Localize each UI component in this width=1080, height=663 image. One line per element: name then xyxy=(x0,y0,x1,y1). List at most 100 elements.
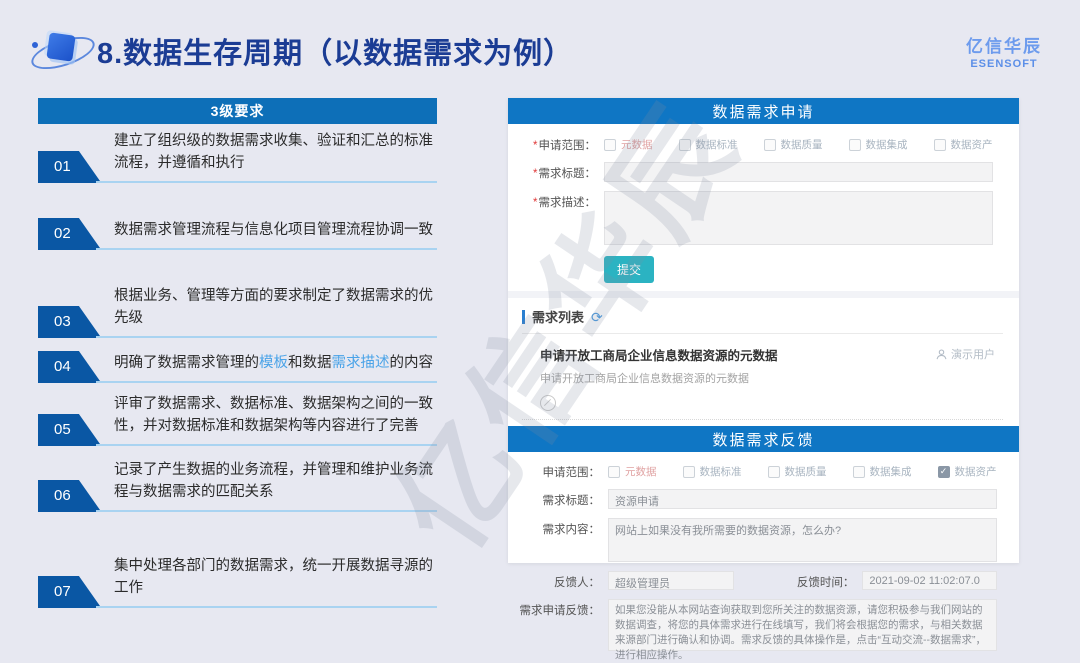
item-text-part: 明确了数据需求管理的 xyxy=(114,355,259,371)
scope-label: *申请范围： xyxy=(526,134,596,153)
checkbox-icon[interactable] xyxy=(608,466,620,478)
refresh-icon[interactable]: ⟳ xyxy=(591,310,603,324)
fb-content-textarea[interactable]: 网站上如果没有我所需要的数据资源，怎么办? xyxy=(608,518,997,562)
checkbox-icon[interactable] xyxy=(683,466,695,478)
requirement-item-01: 01 建立了组织级的数据需求收集、验证和汇总的标准流程，并遵循和执行 xyxy=(38,130,437,183)
orbit-dot-icon xyxy=(32,42,38,48)
brand-logo: 亿信华辰 ESENSOFT xyxy=(966,32,1042,70)
feedback-form-header: 数据需求反馈 xyxy=(508,426,1019,452)
item-underline xyxy=(38,444,437,446)
requirement-item-03: 03 根据业务、管理等方面的要求制定了数据需求的优先级 xyxy=(38,285,437,338)
request-list-section: 需求列表 ⟳ 申请开放工商局企业信息数据资源的元数据 演示用户 申请开放工商局企… xyxy=(508,298,1019,420)
item-number-badge: 03 xyxy=(38,306,100,336)
desc-label: *需求描述： xyxy=(526,191,596,210)
checkbox-icon[interactable] xyxy=(768,466,780,478)
page-title: 8.数据生存周期（以数据需求为例） xyxy=(97,30,573,72)
section-divider xyxy=(508,291,1019,298)
checkbox-icon[interactable] xyxy=(853,466,865,478)
user-icon xyxy=(936,349,947,360)
fb-scope-label: 申请范围： xyxy=(518,461,600,480)
checkbox-icon[interactable] xyxy=(849,139,861,151)
item-number-badge: 02 xyxy=(38,218,100,248)
request-list-item[interactable]: 申请开放工商局企业信息数据资源的元数据 演示用户 申请开放工商局企业信息数据资源… xyxy=(522,334,1003,420)
attachment-icon[interactable] xyxy=(540,395,556,411)
item-number-badge: 07 xyxy=(38,576,100,606)
item-underline xyxy=(38,248,437,250)
item-underline xyxy=(38,606,437,608)
checkbox-icon[interactable] xyxy=(679,139,691,151)
requirements-panel: 3级要求 01 建立了组织级的数据需求收集、验证和汇总的标准流程，并遵循和执行 … xyxy=(38,98,437,608)
request-item-subtitle: 申请开放工商局企业信息数据资源的元数据 xyxy=(540,370,997,386)
checkbox-metadata[interactable]: 元数据 xyxy=(604,137,653,152)
requirements-header: 3级要求 xyxy=(38,98,437,124)
item-text: 建立了组织级的数据需求收集、验证和汇总的标准流程，并遵循和执行 xyxy=(100,130,437,181)
item-text-part: 的内容 xyxy=(390,355,434,371)
checkbox-data-standard[interactable]: 数据标准 xyxy=(683,464,742,479)
requirement-item-05: 05 评审了数据需求、数据标准、数据架构之间的一致性，并对数据标准和数据架构等内… xyxy=(38,393,437,446)
apply-scope-checkbox-group: 元数据 数据标准 数据质量 数据集成 数据资产 xyxy=(596,134,993,152)
user-name: 演示用户 xyxy=(951,346,995,362)
required-asterisk: * xyxy=(533,197,537,209)
item-number-badge: 06 xyxy=(38,480,100,510)
slide-header: 8.数据生存周期（以数据需求为例） 亿信华辰 ESENSOFT xyxy=(0,0,1080,90)
item-text: 数据需求管理流程与信息化项目管理流程协调一致 xyxy=(100,219,437,248)
checkbox-data-integration[interactable]: 数据集成 xyxy=(849,137,908,152)
required-asterisk: * xyxy=(533,140,537,152)
checkbox-icon[interactable] xyxy=(764,139,776,151)
required-asterisk: * xyxy=(533,168,537,180)
item-number-badge: 04 xyxy=(38,351,100,381)
fb-time-input[interactable]: 2021-09-02 11:02:07.0 xyxy=(862,571,997,590)
item-text: 记录了产生数据的业务流程，并管理和维护业务流程与数据需求的匹配关系 xyxy=(100,459,437,510)
requirement-item-06: 06 记录了产生数据的业务流程，并管理和维护业务流程与数据需求的匹配关系 xyxy=(38,459,437,512)
requirement-item-02: 02 数据需求管理流程与信息化项目管理流程协调一致 xyxy=(38,218,437,250)
item-text: 集中处理各部门的数据需求，统一开展数据寻源的工作 xyxy=(100,555,437,606)
request-item-user: 演示用户 xyxy=(936,346,995,362)
item-underline xyxy=(38,381,437,383)
checkbox-data-quality[interactable]: 数据质量 xyxy=(768,464,827,479)
checkbox-metadata[interactable]: 元数据 xyxy=(608,464,657,479)
item-text: 明确了数据需求管理的模板和数据需求描述的内容 xyxy=(100,352,437,381)
checkbox-data-asset[interactable]: 数据资产 xyxy=(934,137,993,152)
item-text-highlight: 模板 xyxy=(259,355,288,371)
item-underline xyxy=(38,181,437,183)
request-list-title: 需求列表 xyxy=(532,307,584,326)
item-number-badge: 01 xyxy=(38,151,100,181)
requirement-item-04: 04 明确了数据需求管理的模板和数据需求描述的内容 xyxy=(38,351,437,383)
fb-title-input[interactable]: 资源申请 xyxy=(608,489,997,509)
fb-content-label: 需求内容： xyxy=(518,518,600,537)
fb-time-label: 反馈时间： xyxy=(734,571,854,590)
desc-textarea[interactable] xyxy=(604,191,993,245)
fb-title-label: 需求标题： xyxy=(518,489,600,508)
item-underline xyxy=(38,510,437,512)
fb-feedback-textarea[interactable]: 如果您没能从本网站查询获取到您所关注的数据资源，请您积极参与我们网站的数据调查，… xyxy=(608,599,997,651)
title-label: *需求标题： xyxy=(526,162,596,181)
screenshot-panel: 数据需求申请 *申请范围： 元数据 数据标准 数据质量 数据集成 数据资产 *需… xyxy=(508,98,1019,563)
checkbox-data-asset-checked[interactable]: ✓数据资产 xyxy=(938,464,997,479)
feedback-form: 申请范围： 元数据 数据标准 数据质量 数据集成 ✓数据资产 需求标题： 资源申… xyxy=(508,452,1019,651)
requirement-item-07: 07 集中处理各部门的数据需求，统一开展数据寻源的工作 xyxy=(38,555,437,608)
checkbox-icon[interactable] xyxy=(934,139,946,151)
submit-button[interactable]: 提交 xyxy=(604,256,654,283)
checkbox-checked-icon[interactable]: ✓ xyxy=(938,466,950,478)
title-input[interactable] xyxy=(604,162,993,182)
fb-person-label: 反馈人： xyxy=(518,571,600,590)
item-text-highlight: 需求描述 xyxy=(332,355,390,371)
item-number-badge: 05 xyxy=(38,414,100,444)
feedback-scope-checkbox-group: 元数据 数据标准 数据质量 数据集成 ✓数据资产 xyxy=(600,461,997,479)
item-text-part: 和数据 xyxy=(288,355,332,371)
item-text: 根据业务、管理等方面的要求制定了数据需求的优先级 xyxy=(100,285,437,336)
cube-orbit-logo-icon xyxy=(34,24,90,76)
check-glyph: ✓ xyxy=(940,466,948,477)
item-underline xyxy=(38,336,437,338)
brand-subtitle: ESENSOFT xyxy=(966,58,1042,70)
item-text: 评审了数据需求、数据标准、数据架构之间的一致性，并对数据标准和数据架构等内容进行… xyxy=(100,393,437,444)
checkbox-data-quality[interactable]: 数据质量 xyxy=(764,137,823,152)
fb-person-input[interactable]: 超级管理员 xyxy=(608,571,734,590)
apply-form-header: 数据需求申请 xyxy=(508,98,1019,124)
request-item-title: 申请开放工商局企业信息数据资源的元数据 xyxy=(540,345,997,364)
checkbox-icon[interactable] xyxy=(604,139,616,151)
cube-icon xyxy=(46,32,75,61)
list-accent-bar xyxy=(522,310,525,324)
checkbox-data-standard[interactable]: 数据标准 xyxy=(679,137,738,152)
checkbox-data-integration[interactable]: 数据集成 xyxy=(853,464,912,479)
